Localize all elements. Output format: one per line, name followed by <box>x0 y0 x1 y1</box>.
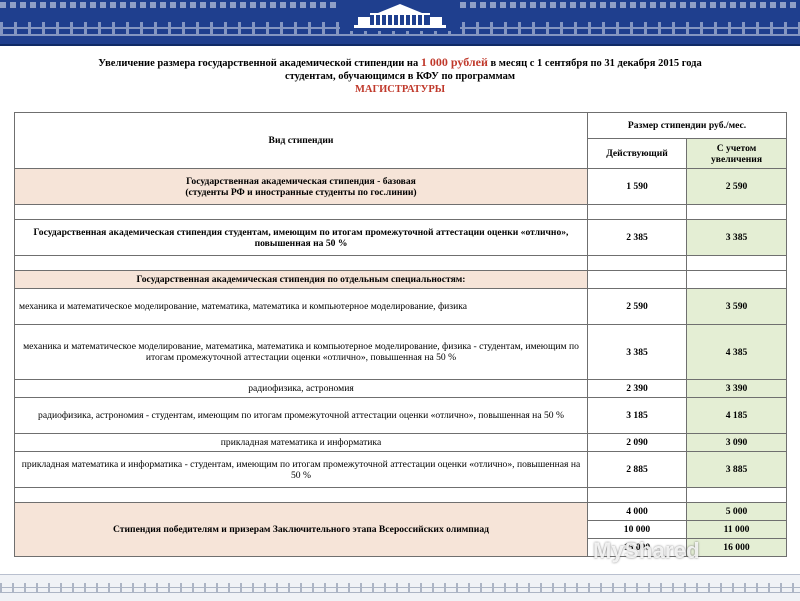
row-increased: 2 590 <box>686 168 787 205</box>
col-header-type: Вид стипендии <box>14 112 588 169</box>
row-label: Государственная академическая стипендия … <box>14 219 588 256</box>
empty-cell <box>686 255 787 271</box>
heading-program: МАГИСТРАТУРЫ <box>354 84 446 95</box>
row-label: Государственная академическая стипендия … <box>14 168 588 205</box>
row-label: радиофизика, астрономия <box>14 379 588 398</box>
table-row: Государственная академическая стипендия … <box>14 168 787 205</box>
decorative-footer-band <box>0 574 800 601</box>
watermark: MyShared <box>593 538 700 563</box>
table-row: механика и математическое моделирование,… <box>14 288 787 325</box>
row-increased: 4 185 <box>686 397 787 434</box>
row-increased: 3 590 <box>686 288 787 325</box>
col-header-current: Действующий <box>587 138 687 169</box>
row-increased: 3 390 <box>686 379 787 398</box>
row-current: 2 590 <box>587 288 687 325</box>
empty-cell <box>14 204 588 220</box>
empty-cell <box>587 204 687 220</box>
row-current: 2 090 <box>587 433 687 452</box>
table-row: прикладная математика и информатика 2 09… <box>14 433 787 452</box>
empty-cell <box>587 270 687 289</box>
table-row: механика и математическое моделирование,… <box>14 324 787 380</box>
empty-cell <box>686 487 787 503</box>
row-current: 4 000 <box>587 502 687 521</box>
row-current: 3 385 <box>587 324 687 380</box>
row-increased: 4 385 <box>686 324 787 380</box>
empty-cell <box>14 487 588 503</box>
row-current: 2 390 <box>587 379 687 398</box>
row-label: прикладная математика и информатика - ст… <box>14 451 588 488</box>
table-row: Государственная академическая стипендия … <box>14 219 787 256</box>
row-label: радиофизика, астрономия - студентам, име… <box>14 397 588 434</box>
row-increased: 3 090 <box>686 433 787 452</box>
scholarship-table: Вид стипендии Размер стипендии руб./мес.… <box>14 112 787 557</box>
row-label: механика и математическое моделирование,… <box>14 324 588 380</box>
row-label: механика и математическое моделирование,… <box>14 288 588 325</box>
greek-key-ornament <box>0 583 800 593</box>
table-row: радиофизика, астрономия 2 390 3 390 <box>14 379 787 398</box>
empty-cell <box>587 255 687 271</box>
heading-line2: студентам, обучающимся в КФУ по программ… <box>284 71 516 82</box>
heading-suffix: в месяц с 1 сентября по 31 декабря 2015 … <box>490 58 702 69</box>
row-increased: 3 885 <box>686 451 787 488</box>
empty-cell <box>587 487 687 503</box>
document-heading: Увеличение размера государственной акаде… <box>60 56 740 96</box>
university-building-logo <box>340 1 460 31</box>
row-current: 1 590 <box>587 168 687 205</box>
row-increased: 11 000 <box>686 520 787 539</box>
col-header-size: Размер стипендии руб./мес. <box>587 112 787 139</box>
col-header-increase: С учетом увеличения <box>686 138 787 169</box>
row-increased: 5 000 <box>686 502 787 521</box>
row-increased: 3 385 <box>686 219 787 256</box>
row-label: Стипендия победителям и призерам Заключи… <box>14 502 588 557</box>
row-label: прикладная математика и информатика <box>14 433 588 452</box>
empty-cell <box>14 255 588 271</box>
row-current: 2 885 <box>587 451 687 488</box>
row-increased: 16 000 <box>686 538 787 557</box>
table-row: Стипендия победителям и призерам Заключи… <box>14 502 787 557</box>
table-row: прикладная математика и информатика - ст… <box>14 451 787 488</box>
row-current: 10 000 <box>587 520 687 539</box>
decorative-header-band <box>0 0 800 46</box>
row-label: Государственная академическая стипендия … <box>14 270 588 289</box>
heading-amount: 1 000 рублей <box>420 55 488 69</box>
heading-prefix: Увеличение размера государственной акаде… <box>98 58 419 69</box>
empty-cell <box>686 270 787 289</box>
row-current: 3 185 <box>587 397 687 434</box>
empty-cell <box>686 204 787 220</box>
table-row: радиофизика, астрономия - студентам, име… <box>14 397 787 434</box>
row-current: 2 385 <box>587 219 687 256</box>
table-row: Государственная академическая стипендия … <box>14 270 787 289</box>
